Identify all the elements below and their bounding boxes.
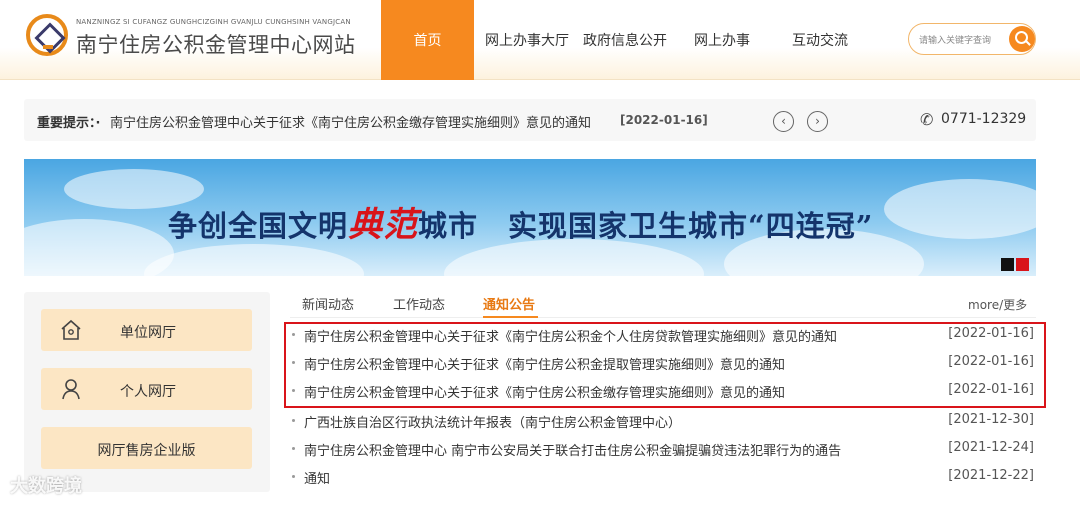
watermark-text: 大数跨境 (10, 476, 82, 497)
search-icon[interactable] (1009, 26, 1035, 52)
more-link[interactable]: more/更多 (968, 296, 1027, 313)
site-title[interactable]: 南宁住房公积金管理中心网站 (76, 29, 356, 59)
tab-divider (290, 317, 1036, 318)
banner[interactable]: 争创全国文明典范城市 实现国家卫生城市“四连冠” (24, 159, 1036, 276)
next-arrow-icon[interactable]: › (807, 111, 828, 132)
tab-news[interactable]: 新闻动态 (302, 294, 354, 313)
banner-slogan: 争创全国文明典范城市 实现国家卫生城市“四连冠” (168, 205, 874, 245)
notice-bar: 重要提示：· 南宁住房公积金管理中心关于征求《南宁住房公积金缴存管理实施细则》意… (24, 99, 1036, 141)
nav-item-gov-info[interactable]: 政府信息公开 (583, 30, 667, 50)
list-item-date: [2021-12-24] (948, 440, 1034, 455)
prev-arrow-icon[interactable]: ‹ (773, 111, 794, 132)
person-icon (62, 379, 80, 400)
list-item-title[interactable]: 通知 (304, 468, 330, 487)
list-item-date: [2021-12-30] (948, 412, 1034, 427)
unit-hall-button[interactable]: 单位网厅 (41, 309, 252, 351)
list-item[interactable]: 南宁住房公积金管理中心 南宁市公安局关于联合打击住房公积金骗提骗贷违法犯罪行为的… (290, 438, 1036, 460)
list-item-date: [2021-12-22] (948, 468, 1034, 483)
developer-hall-button[interactable]: 网厅售房企业版 (41, 427, 252, 469)
personal-hall-button[interactable]: 个人网厅 (41, 368, 252, 410)
phone-icon: ✆ (920, 110, 934, 129)
bullet-icon (292, 475, 295, 478)
search-box[interactable]: 请输入关键字查询 (908, 23, 1036, 55)
bullet-icon (292, 447, 295, 450)
site-pinyin: NANZNINGZ SI CUFANGZ GUNGHCIZGINH GVANJL… (76, 18, 351, 26)
site-header: NANZNINGZ SI CUFANGZ GUNGHCIZGINH GVANJL… (0, 0, 1080, 80)
tab-active-indicator (483, 316, 538, 318)
developer-hall-label: 网厅售房企业版 (97, 443, 196, 459)
nav-item-online-hall[interactable]: 网上办事大厅 (485, 30, 569, 50)
personal-hall-label: 个人网厅 (120, 384, 176, 400)
list-item-title[interactable]: 南宁住房公积金管理中心 南宁市公安局关于联合打击住房公积金骗提骗贷违法犯罪行为的… (304, 440, 841, 459)
nav-home[interactable]: 首页 (381, 0, 474, 80)
nav-item-online-service[interactable]: 网上办事 (694, 30, 750, 50)
tab-notices[interactable]: 通知公告 (483, 294, 535, 313)
list-item-title[interactable]: 广西壮族自治区行政执法统计年报表（南宁住房公积金管理中心） (304, 412, 681, 431)
banner-slide-dot-2[interactable] (1016, 258, 1029, 271)
highlight-annotation-box (284, 322, 1046, 408)
tab-work[interactable]: 工作动态 (393, 294, 445, 313)
site-logo-icon[interactable] (26, 14, 68, 56)
list-item[interactable]: 通知 [2021-12-22] (290, 466, 1036, 488)
search-input[interactable]: 请输入关键字查询 (919, 33, 991, 46)
bullet-icon (292, 419, 295, 422)
house-icon (61, 319, 81, 340)
notice-label: 重要提示：· (37, 116, 101, 131)
service-sidebar: 单位网厅 个人网厅 网厅售房企业版 (24, 292, 270, 492)
notice-date: [2022-01-16] (620, 113, 708, 127)
hotline-number: 0771-12329 (941, 111, 1027, 127)
banner-slide-dot-1[interactable] (1001, 258, 1014, 271)
nav-item-interaction[interactable]: 互动交流 (792, 30, 848, 50)
notice-link[interactable]: 南宁住房公积金管理中心关于征求《南宁住房公积金缴存管理实施细则》意见的通知 (110, 112, 591, 131)
unit-hall-label: 单位网厅 (120, 325, 176, 341)
list-item[interactable]: 广西壮族自治区行政执法统计年报表（南宁住房公积金管理中心） [2021-12-3… (290, 410, 1036, 432)
